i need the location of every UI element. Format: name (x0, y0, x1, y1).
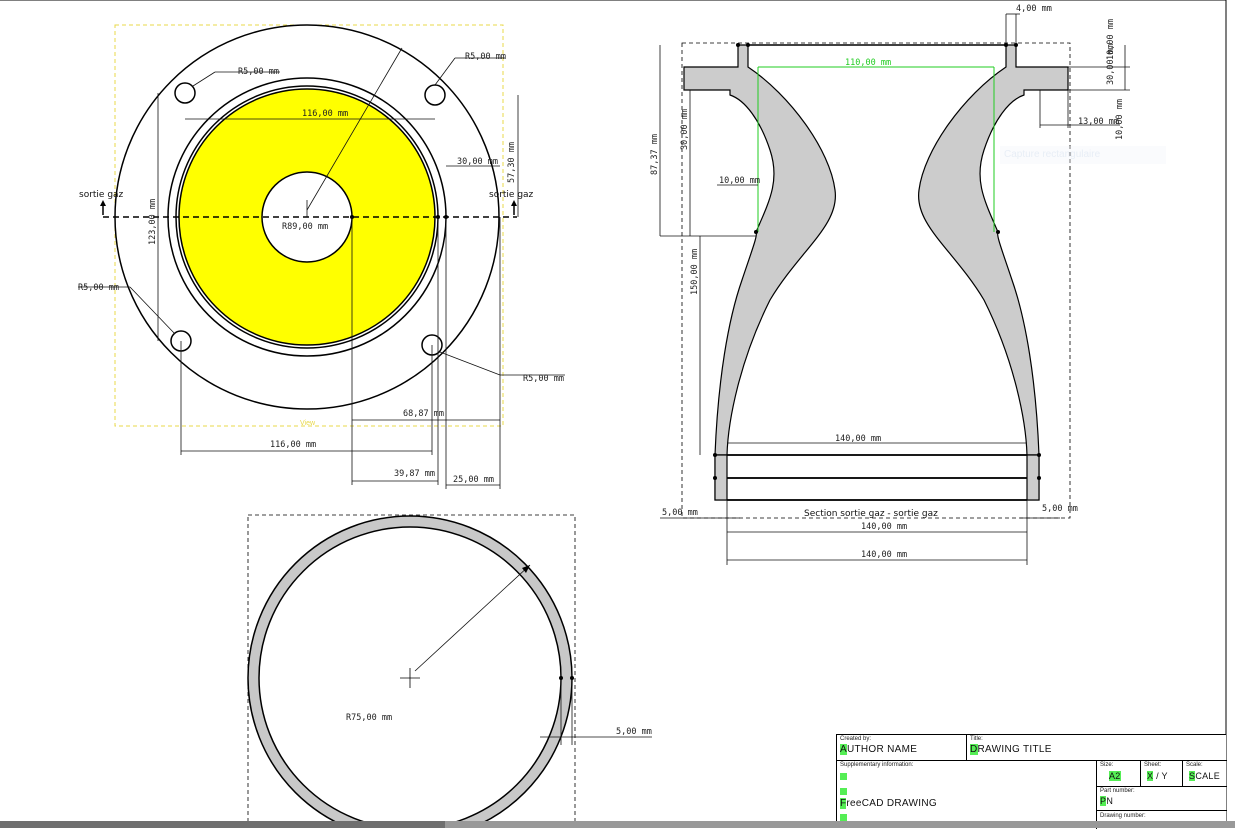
leader-r5-tl (192, 71, 216, 87)
dim-r5-bottom-right[interactable]: R5,00 mm (523, 374, 564, 384)
leader-r5-tr (434, 57, 456, 86)
vertex[interactable] (1014, 43, 1018, 47)
vertex[interactable] (559, 676, 563, 680)
dim-r5-top-right[interactable]: R5,00 mm (465, 52, 506, 62)
ring-view[interactable]: R75,00 mm 5,00 mm (247, 514, 652, 828)
supplementary-label: Supplementary information: (840, 762, 914, 768)
vertex[interactable] (736, 43, 740, 47)
sheet-rest: / Y (1153, 771, 1168, 781)
dim-116-inner[interactable]: 116,00 mm (302, 109, 348, 119)
vertex[interactable] (746, 43, 750, 47)
section-label-left[interactable]: sortie gaz (79, 190, 124, 200)
bolt-hole-top-right[interactable] (424, 84, 446, 106)
author-name[interactable]: AUTHOR NAME (840, 744, 917, 755)
dim-87[interactable]: 87,37 mm (650, 134, 660, 175)
title-label: Title: (970, 736, 983, 742)
vertex[interactable] (713, 453, 717, 457)
right-wall-section[interactable] (918, 44, 1069, 456)
dim-25[interactable]: 25,00 mm (453, 475, 494, 485)
scale-cell[interactable]: Scale: SCALE (1183, 761, 1227, 787)
leader-r5-left (129, 286, 176, 335)
section-arrow-left-head (100, 200, 106, 206)
drawing-number-label: Drawing number: (1100, 813, 1146, 819)
part-number-cell[interactable]: Part number: PN (1097, 787, 1227, 811)
size-value[interactable]: A2 (1109, 771, 1121, 781)
dim-150[interactable]: 150,00 mm (690, 249, 700, 295)
dim-140-bot[interactable]: 140,00 mm (861, 550, 907, 560)
vertex[interactable] (1037, 476, 1041, 480)
sheet-cell[interactable]: Sheet: X / Y (1141, 761, 1183, 787)
horizontal-scrollbar[interactable] (0, 821, 1235, 828)
created-by-cell[interactable]: Created by: AUTHOR NAME (837, 735, 967, 761)
dim-110-green[interactable]: 110,00 mm (845, 58, 891, 68)
title-cell[interactable]: Title: DRAWING TITLE (967, 735, 1227, 761)
title-rest: RAWING TITLE (977, 744, 1052, 755)
scale-rest: CALE (1195, 771, 1221, 781)
leader-r5-br (439, 351, 501, 376)
scale-label: Scale: (1186, 762, 1203, 768)
dim-140-mid[interactable]: 140,00 mm (861, 522, 907, 532)
dim-116-bottom[interactable]: 116,00 mm (270, 440, 316, 450)
section-label-right[interactable]: sortie gaz (489, 190, 534, 200)
capture-rectangle-hint: Capture rectangulaire (1000, 146, 1166, 164)
sheet-value[interactable]: X / Y (1147, 771, 1168, 781)
dim-68[interactable]: 68,87 mm (403, 409, 444, 419)
drawing-sheet[interactable]: R5,00 mm R5,00 mm 116,00 mm 30,00 mm 57,… (0, 0, 1235, 829)
size-label: Size: (1100, 762, 1114, 768)
created-by-label: Created by: (840, 736, 872, 742)
vertex[interactable] (570, 676, 574, 680)
dim-right-bot[interactable]: 10,00 mm (1115, 99, 1125, 140)
scale-value[interactable]: SCALE (1189, 771, 1220, 781)
dim-39[interactable]: 39,87 mm (394, 469, 435, 479)
dim-5-left[interactable]: 5,00 mm (662, 508, 698, 518)
scrollbar-thumb[interactable] (445, 821, 1235, 828)
freecad-drawing-text[interactable]: FreeCAD DRAWING (840, 798, 937, 809)
part-number-value[interactable]: PN (1100, 796, 1113, 806)
dim-140-top[interactable]: 140,00 mm (835, 434, 881, 444)
section-title[interactable]: Section sortie gaz - sortie gaz (804, 509, 938, 519)
part-number-label: Part number: (1100, 788, 1135, 794)
bolt-hole-top-left[interactable] (174, 82, 196, 104)
scrollbar-track-left[interactable] (0, 821, 445, 828)
editable-field-marker[interactable] (840, 788, 847, 795)
dim-vert-left[interactable]: 123,00 mm (148, 199, 158, 245)
vertex[interactable] (996, 230, 1000, 234)
dim-5-right[interactable]: 5,00 mm (1042, 504, 1078, 514)
vertex[interactable] (713, 476, 717, 480)
vertex[interactable] (1004, 43, 1008, 47)
top-view[interactable]: R5,00 mm R5,00 mm 116,00 mm 30,00 mm 57,… (78, 24, 565, 489)
dim-10[interactable]: 10,00 mm (719, 176, 760, 186)
dim-r5-top-left[interactable]: R5,00 mm (238, 67, 279, 77)
title-block[interactable]: Created by: AUTHOR NAME Title: DRAWING T… (836, 734, 1227, 829)
dim-r89[interactable]: R89,00 mm (282, 222, 328, 232)
dim-4[interactable]: 4,00 mm (1016, 4, 1052, 14)
dim-r75[interactable]: R75,00 mm (346, 713, 392, 723)
dim-5-ring[interactable]: 5,00 mm (616, 727, 652, 737)
dim-30[interactable]: 30,00 mm (457, 157, 498, 167)
drawing-title[interactable]: DRAWING TITLE (970, 744, 1052, 755)
techdraw-canvas[interactable]: R5,00 mm R5,00 mm 116,00 mm 30,00 mm 57,… (0, 0, 1235, 828)
section-view[interactable]: 4,00 mm 110,00 mm 10,00 mm 30,00 mm 13,0… (650, 4, 1130, 565)
title-first-letter: D (970, 744, 978, 755)
author-first-letter: A (840, 744, 847, 755)
freecad-rest: reeCAD DRAWING (846, 798, 937, 809)
dim-r5-left[interactable]: R5,00 mm (78, 283, 119, 293)
editable-field-marker[interactable] (840, 773, 847, 780)
editable-field-marker[interactable] (840, 814, 847, 821)
dim-57[interactable]: 57,30 mm (507, 142, 517, 183)
vertex[interactable] (1037, 453, 1041, 457)
part-rest: N (1106, 796, 1114, 806)
dim-30-v[interactable]: 30,00 mm (680, 109, 690, 150)
supplementary-cell[interactable]: Supplementary information: FreeCAD DRAWI… (837, 761, 1097, 829)
left-wall-section[interactable] (683, 44, 836, 456)
view-label[interactable]: View (300, 420, 316, 427)
dim-13[interactable]: 13,00 mm (1078, 117, 1119, 127)
dim-right-mid[interactable]: 30,00 mm (1106, 44, 1116, 85)
sheet-label: Sheet: (1144, 762, 1162, 768)
vertex[interactable] (754, 230, 758, 234)
size-cell[interactable]: Size: A2 (1097, 761, 1141, 787)
author-rest: UTHOR NAME (846, 744, 918, 755)
section-arrow-right-head (511, 200, 517, 206)
